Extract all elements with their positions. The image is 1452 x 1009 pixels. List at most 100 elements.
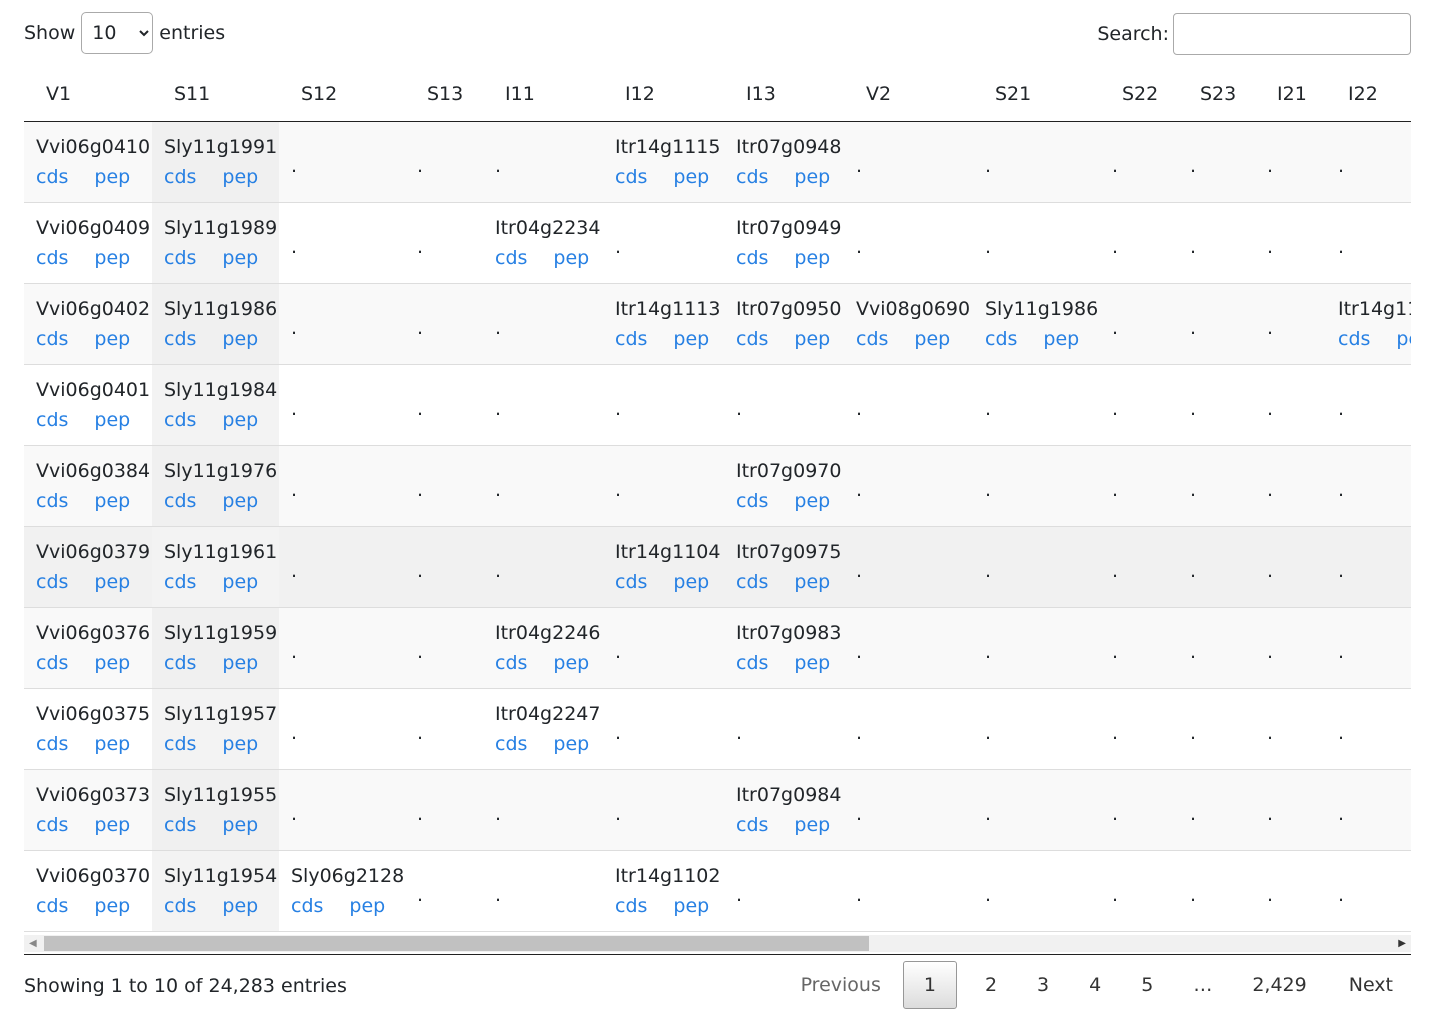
cds-link[interactable]: cds (36, 814, 68, 836)
cds-link[interactable]: cds (36, 733, 68, 755)
pep-link[interactable]: pep (222, 895, 258, 917)
pep-link[interactable]: pep (794, 490, 830, 512)
pep-link[interactable]: pep (1043, 328, 1079, 350)
pep-link[interactable]: pep (673, 895, 709, 917)
cds-link[interactable]: cds (736, 166, 768, 188)
page-length-select[interactable]: 102550100 (81, 12, 154, 54)
pep-link[interactable]: pep (794, 652, 830, 674)
pep-link[interactable]: pep (94, 166, 130, 188)
page-button[interactable]: 5 (1121, 961, 1173, 1009)
cds-link[interactable]: cds (36, 652, 68, 674)
pep-link[interactable]: pep (553, 652, 589, 674)
pep-link[interactable]: pep (94, 490, 130, 512)
pep-link[interactable]: pep (222, 814, 258, 836)
scroll-left-icon[interactable]: ◀ (29, 937, 37, 950)
column-header-i12[interactable]: I12 (603, 67, 724, 122)
column-header-s23[interactable]: S23 (1178, 67, 1255, 122)
next-button[interactable]: Next (1327, 961, 1411, 1009)
cds-link[interactable]: cds (164, 247, 196, 269)
pep-link[interactable]: pep (94, 733, 130, 755)
cds-link[interactable]: cds (164, 166, 196, 188)
cds-link[interactable]: cds (495, 652, 527, 674)
pep-link[interactable]: pep (222, 409, 258, 431)
cds-link[interactable]: cds (736, 571, 768, 593)
cds-link[interactable]: cds (36, 328, 68, 350)
cds-link[interactable]: cds (495, 733, 527, 755)
page-button[interactable]: 1 (902, 961, 957, 1009)
pep-link[interactable]: pep (94, 814, 130, 836)
cds-link[interactable]: cds (291, 895, 323, 917)
column-header-i22[interactable]: I22 (1326, 67, 1411, 122)
pep-link[interactable]: pep (553, 247, 589, 269)
cds-link[interactable]: cds (164, 814, 196, 836)
previous-button[interactable]: Previous (787, 961, 903, 1009)
pep-link[interactable]: pep (349, 895, 385, 917)
pep-link[interactable]: pep (94, 571, 130, 593)
page-button[interactable]: 3 (1017, 961, 1069, 1009)
pep-link[interactable]: pep (222, 247, 258, 269)
scroll-right-icon[interactable]: ▶ (1398, 937, 1406, 950)
pep-link[interactable]: pep (794, 166, 830, 188)
column-header-v2[interactable]: V2 (844, 67, 973, 122)
pep-link[interactable]: pep (222, 571, 258, 593)
pep-link[interactable]: pep (673, 166, 709, 188)
pep-link[interactable]: pep (673, 328, 709, 350)
scrollbar-thumb[interactable] (44, 936, 869, 951)
pep-link[interactable]: pep (94, 895, 130, 917)
column-header-i21[interactable]: I21 (1255, 67, 1326, 122)
horizontal-scrollbar[interactable]: ◀ ▶ (24, 935, 1411, 952)
cds-link[interactable]: cds (736, 247, 768, 269)
cds-link[interactable]: cds (856, 328, 888, 350)
page-button[interactable]: 2,429 (1232, 961, 1326, 1009)
cds-link[interactable]: cds (164, 409, 196, 431)
pep-link[interactable]: pep (222, 490, 258, 512)
cds-link[interactable]: cds (36, 166, 68, 188)
page-button[interactable]: 2 (965, 961, 1017, 1009)
cds-link[interactable]: cds (615, 328, 647, 350)
cds-link[interactable]: cds (36, 490, 68, 512)
search-input[interactable] (1173, 13, 1411, 55)
page-button[interactable]: 4 (1069, 961, 1121, 1009)
cds-link[interactable]: cds (985, 328, 1017, 350)
cds-link[interactable]: cds (736, 490, 768, 512)
cds-link[interactable]: cds (736, 814, 768, 836)
pep-link[interactable]: pep (94, 652, 130, 674)
column-header-v1[interactable]: V1 (24, 67, 152, 122)
pep-link[interactable]: pep (794, 247, 830, 269)
pep-link[interactable]: pep (222, 733, 258, 755)
pep-link[interactable]: pep (794, 328, 830, 350)
cds-link[interactable]: cds (36, 895, 68, 917)
pep-link[interactable]: pep (94, 409, 130, 431)
pep-link[interactable]: pep (794, 571, 830, 593)
cds-link[interactable]: cds (736, 328, 768, 350)
cds-link[interactable]: cds (36, 571, 68, 593)
cds-link[interactable]: cds (1338, 328, 1370, 350)
pep-link[interactable]: pep (94, 247, 130, 269)
column-header-s12[interactable]: S12 (279, 67, 405, 122)
cds-link[interactable]: cds (164, 895, 196, 917)
cds-link[interactable]: cds (164, 571, 196, 593)
cds-link[interactable]: cds (164, 328, 196, 350)
cds-link[interactable]: cds (164, 652, 196, 674)
pep-link[interactable]: pep (673, 571, 709, 593)
column-header-i13[interactable]: I13 (724, 67, 844, 122)
cds-link[interactable]: cds (36, 409, 68, 431)
pep-link[interactable]: pep (222, 166, 258, 188)
column-header-i11[interactable]: I11 (483, 67, 603, 122)
column-header-s21[interactable]: S21 (973, 67, 1100, 122)
cds-link[interactable]: cds (736, 652, 768, 674)
pep-link[interactable]: pep (1396, 328, 1411, 350)
column-header-s11[interactable]: S11 (152, 67, 279, 122)
cds-link[interactable]: cds (164, 490, 196, 512)
column-header-s13[interactable]: S13 (405, 67, 483, 122)
pep-link[interactable]: pep (794, 814, 830, 836)
pep-link[interactable]: pep (222, 652, 258, 674)
pep-link[interactable]: pep (94, 328, 130, 350)
cds-link[interactable]: cds (615, 166, 647, 188)
cds-link[interactable]: cds (495, 247, 527, 269)
pep-link[interactable]: pep (222, 328, 258, 350)
pep-link[interactable]: pep (914, 328, 950, 350)
cds-link[interactable]: cds (615, 571, 647, 593)
cds-link[interactable]: cds (36, 247, 68, 269)
pep-link[interactable]: pep (553, 733, 589, 755)
